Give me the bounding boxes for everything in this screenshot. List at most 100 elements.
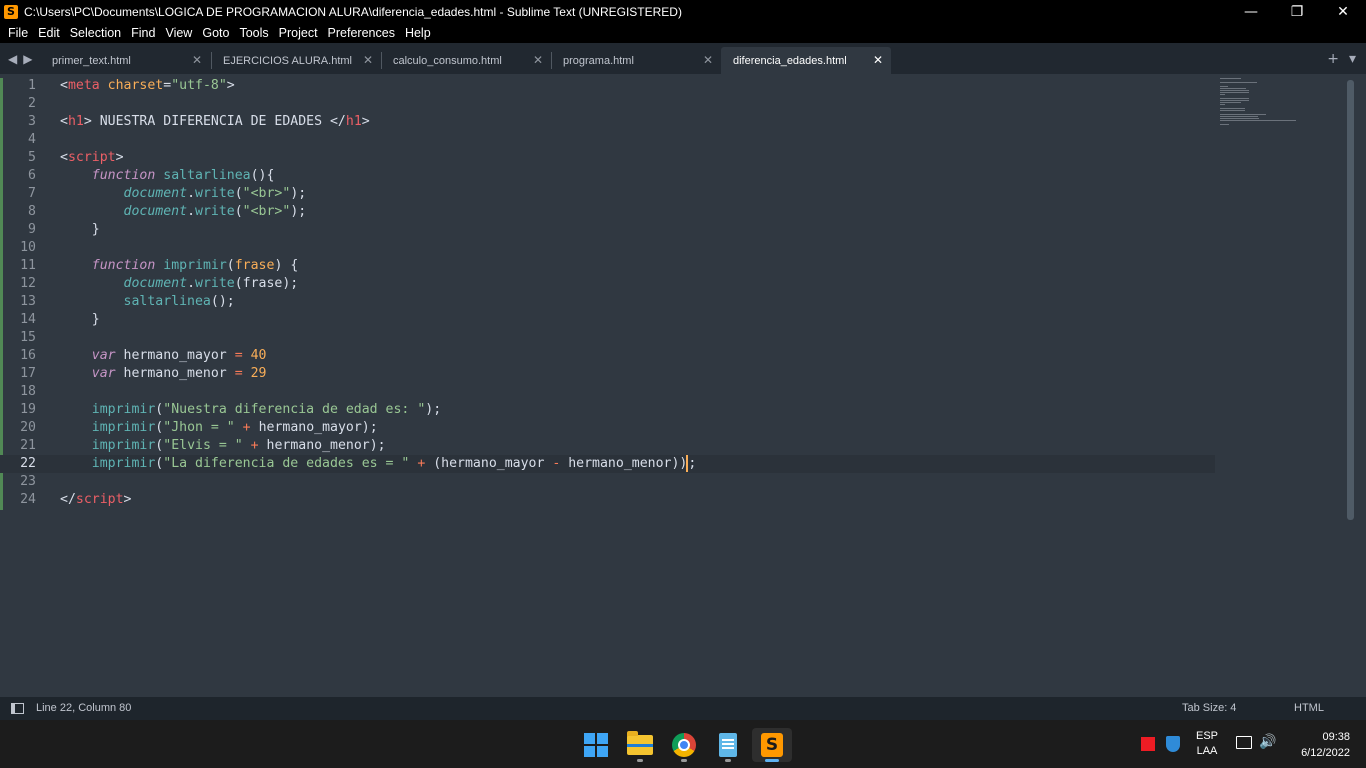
file-explorer-button[interactable] <box>620 728 660 762</box>
code-line[interactable]: 8 document.write("<br>"); <box>0 203 1215 221</box>
running-indicator <box>725 759 731 762</box>
code-line[interactable]: 15 <box>0 329 1215 347</box>
menu-edit[interactable]: Edit <box>38 26 60 40</box>
security-shield-icon[interactable] <box>1166 736 1180 752</box>
close-button[interactable]: ✕ <box>1320 0 1366 23</box>
code-line[interactable]: 19 imprimir("Nuestra diferencia de edad … <box>0 401 1215 419</box>
menu-file[interactable]: File <box>8 26 28 40</box>
maximize-button[interactable]: ❐ <box>1274 0 1320 23</box>
code-text: var hermano_mayor = 40 <box>91 348 267 363</box>
network-icon[interactable] <box>1236 736 1252 749</box>
code-line[interactable]: 17 var hermano_menor = 29 <box>0 365 1215 383</box>
minimap-line <box>1220 100 1249 101</box>
code-line[interactable]: 9 } <box>0 221 1215 239</box>
tab-calculo-consumo[interactable]: calculo_consumo.html ✕ <box>381 47 551 74</box>
tab-label: primer_text.html <box>52 54 131 67</box>
code-editor[interactable]: 1 <meta charset="utf-8"> 2 3 <h1> NUESTRA DI… <box>0 74 1356 697</box>
menu-selection[interactable]: Selection <box>70 26 121 40</box>
tab-close-icon[interactable]: ✕ <box>703 53 713 67</box>
line-number: 12 <box>20 276 36 291</box>
code-text: function imprimir(frase) { <box>91 258 299 273</box>
running-indicator <box>681 759 687 762</box>
tab-next-icon[interactable]: ▶ <box>23 52 32 66</box>
input-language-indicator[interactable]: ESP LAA <box>1194 729 1220 759</box>
code-line[interactable]: 2 <box>0 95 1215 113</box>
code-line[interactable]: 16 var hermano_mayor = 40 <box>0 347 1215 365</box>
code-line[interactable]: 12 document.write(frase); <box>0 275 1215 293</box>
minimap-line <box>1220 104 1225 105</box>
code-line[interactable]: 4 <box>0 131 1215 149</box>
menu-find[interactable]: Find <box>131 26 155 40</box>
new-tab-icon[interactable]: + <box>1327 51 1339 67</box>
system-clock[interactable]: 09:38 6/12/2022 <box>1288 729 1350 761</box>
menu-goto[interactable]: Goto <box>202 26 229 40</box>
line-number: 18 <box>20 384 36 399</box>
minimap-line <box>1220 92 1249 93</box>
tab-actions: + ▾ <box>1327 51 1356 67</box>
tab-programa[interactable]: programa.html ✕ <box>551 47 721 74</box>
menu-view[interactable]: View <box>165 26 192 40</box>
code-line[interactable]: 11 function imprimir(frase) { <box>0 257 1215 275</box>
menu-help[interactable]: Help <box>405 26 431 40</box>
minimize-button[interactable]: — <box>1228 0 1274 23</box>
vertical-scrollbar[interactable] <box>1347 80 1354 520</box>
minimap-line <box>1220 82 1257 83</box>
code-line[interactable]: 21 imprimir("Elvis = " + hermano_menor); <box>0 437 1215 455</box>
language-code: ESP <box>1195 730 1218 742</box>
code-line[interactable]: 20 imprimir("Jhon = " + hermano_mayor); <box>0 419 1215 437</box>
code-line[interactable]: 23 <box>0 473 1215 491</box>
syntax-selector[interactable]: HTML <box>1294 702 1324 714</box>
code-line[interactable]: 1 <meta charset="utf-8"> <box>0 77 1215 95</box>
sidebar-toggle-icon[interactable] <box>11 703 24 714</box>
tab-close-icon[interactable]: ✕ <box>873 53 883 67</box>
tab-size-selector[interactable]: Tab Size: 4 <box>1182 702 1236 714</box>
line-number: 3 <box>28 114 36 129</box>
line-number: 11 <box>20 258 36 273</box>
amd-icon[interactable] <box>1141 737 1155 751</box>
sublime-text-button[interactable]: S <box>752 728 792 762</box>
code-line[interactable]: 14 } <box>0 311 1215 329</box>
tab-close-icon[interactable]: ✕ <box>533 53 543 67</box>
line-number: 5 <box>28 150 36 165</box>
minimap-line <box>1220 120 1296 121</box>
start-button[interactable] <box>576 728 616 762</box>
code-line[interactable]: 18 <box>0 383 1215 401</box>
code-line[interactable]: 5 <script> <box>0 149 1215 167</box>
tab-diferencia-edades[interactable]: diferencia_edades.html ✕ <box>721 47 891 74</box>
windows-logo-icon <box>584 733 608 757</box>
line-number: 8 <box>28 204 36 219</box>
code-line[interactable]: 3 <h1> NUESTRA DIFERENCIA DE EDADES </h1> <box>0 113 1215 131</box>
status-bar: Line 22, Column 80 Tab Size: 4 HTML <box>0 697 1366 720</box>
tab-close-icon[interactable]: ✕ <box>192 53 202 67</box>
menu-preferences[interactable]: Preferences <box>328 26 395 40</box>
line-number: 24 <box>20 492 36 507</box>
chrome-button[interactable] <box>664 728 704 762</box>
menu-tools[interactable]: Tools <box>239 26 268 40</box>
code-line[interactable]: 6 function saltarlinea(){ <box>0 167 1215 185</box>
volume-icon[interactable]: 🔊 <box>1259 734 1276 750</box>
tab-primer-text[interactable]: primer_text.html ✕ <box>40 47 210 74</box>
code-text: <h1> NUESTRA DIFERENCIA DE EDADES </h1> <box>60 114 370 129</box>
code-text: saltarlinea(); <box>123 294 235 309</box>
line-number: 22 <box>20 456 36 471</box>
tab-close-icon[interactable]: ✕ <box>363 53 373 67</box>
notepad-button[interactable] <box>708 728 748 762</box>
minimap-line <box>1220 98 1249 99</box>
minimap-line <box>1220 114 1266 115</box>
tab-list-icon[interactable]: ▾ <box>1349 51 1356 67</box>
code-line[interactable]: 10 <box>0 239 1215 257</box>
minimap-line <box>1220 90 1249 91</box>
keyboard-layout: LAA <box>1196 745 1218 757</box>
code-line[interactable]: 24 </script> <box>0 491 1215 509</box>
tab-prev-icon[interactable]: ◀ <box>8 52 17 66</box>
code-line[interactable]: 13 saltarlinea(); <box>0 293 1215 311</box>
minimap[interactable] <box>1220 78 1300 128</box>
code-line[interactable]: 7 document.write("<br>"); <box>0 185 1215 203</box>
code-line[interactable]: 22 imprimir("La diferencia de edades es … <box>0 455 1215 473</box>
cursor-position: Line 22, Column 80 <box>36 702 132 714</box>
menu-project[interactable]: Project <box>279 26 318 40</box>
windows-taskbar: S ESP LAA 🔊 09:38 6/12/2022 <box>0 720 1366 768</box>
tab-ejercicios-alura[interactable]: EJERCICIOS ALURA.html ✕ <box>211 47 381 74</box>
sublime-app-icon: S <box>4 4 18 19</box>
minimap-line <box>1220 86 1228 87</box>
